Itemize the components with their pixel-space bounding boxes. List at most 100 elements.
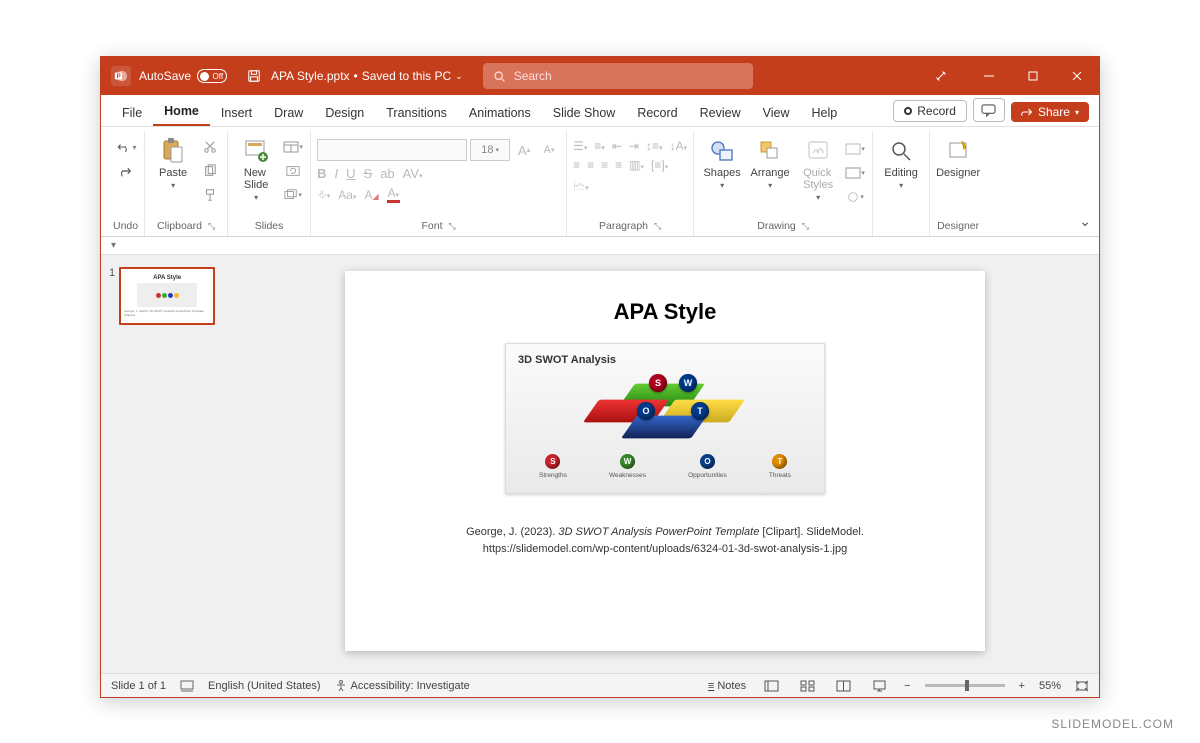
quick-styles-button[interactable]: Quick Styles▾: [796, 133, 840, 202]
dialog-launcher-icon[interactable]: ⤡: [654, 221, 661, 232]
save-icon[interactable]: [247, 69, 261, 83]
new-slide-button[interactable]: New Slide▾: [234, 133, 278, 202]
smartart-button[interactable]: 🗠▾: [573, 177, 589, 198]
minimize-button[interactable]: [967, 57, 1011, 95]
section-button[interactable]: ▾: [282, 185, 304, 205]
reading-view-button[interactable]: [832, 677, 854, 695]
notes-indicator-icon[interactable]: [180, 680, 194, 692]
slide-count[interactable]: Slide 1 of 1: [111, 680, 166, 692]
character-spacing-button[interactable]: AV▾: [403, 166, 423, 181]
group-designer: Designer Designer: [930, 131, 986, 236]
layout-button[interactable]: ▾: [282, 137, 304, 157]
align-left-button[interactable]: ≡: [573, 158, 580, 172]
font-size-select[interactable]: 18▾: [470, 139, 510, 161]
tab-slideshow[interactable]: Slide Show: [542, 100, 627, 126]
change-case-button[interactable]: Aa▾: [338, 188, 356, 202]
indent-increase-button[interactable]: ⇥: [629, 139, 639, 153]
shapes-button[interactable]: Shapes▾: [700, 133, 744, 190]
slide-thumbnail-1[interactable]: APA Style George, J. (2023). 3D SWOT Ana…: [119, 267, 215, 325]
font-color-button[interactable]: A▾: [387, 186, 401, 203]
normal-view-button[interactable]: [760, 677, 782, 695]
shape-fill-button[interactable]: ▾: [844, 139, 866, 159]
arrange-button[interactable]: Arrange▾: [748, 133, 792, 190]
align-center-button[interactable]: ≡: [587, 158, 594, 172]
highlight-button[interactable]: ⎀▾: [317, 187, 330, 202]
dialog-launcher-icon[interactable]: ⤡: [802, 221, 809, 232]
columns-button[interactable]: ▥▾: [629, 158, 644, 172]
zoom-level[interactable]: 55%: [1039, 680, 1061, 692]
font-family-select[interactable]: [317, 139, 467, 161]
copilot-icon[interactable]: [919, 57, 963, 95]
comments-button[interactable]: [973, 98, 1005, 122]
tab-file[interactable]: File: [111, 100, 153, 126]
cut-button[interactable]: [199, 137, 221, 157]
slide-1[interactable]: APA Style 3D SWOT Analysis S W O T SStre…: [345, 271, 985, 651]
toggle-switch[interactable]: Off: [197, 69, 227, 83]
tab-design[interactable]: Design: [314, 100, 375, 126]
shadow-button[interactable]: ab: [380, 166, 394, 181]
search-input[interactable]: Search: [483, 63, 753, 89]
clear-format-button[interactable]: A◢: [364, 188, 378, 202]
tab-animations[interactable]: Animations: [458, 100, 542, 126]
collapse-ribbon-button[interactable]: ⌄: [1079, 213, 1091, 230]
group-drawing: Shapes▾ Arrange▾ Quick Styles▾ ▾ ▾ ▾ Dra…: [694, 131, 873, 236]
designer-button[interactable]: Designer: [936, 133, 980, 179]
shape-outline-button[interactable]: ▾: [844, 163, 866, 183]
maximize-button[interactable]: [1011, 57, 1055, 95]
increase-font-button[interactable]: A▴: [513, 140, 535, 160]
undo-button[interactable]: ▾: [115, 137, 137, 157]
indent-decrease-button[interactable]: ⇤: [612, 139, 622, 153]
autosave-toggle[interactable]: AutoSave Off: [139, 69, 227, 83]
tab-record[interactable]: Record: [626, 100, 688, 126]
slideshow-view-button[interactable]: [868, 677, 890, 695]
zoom-slider[interactable]: [925, 684, 1005, 687]
zoom-in-button[interactable]: +: [1019, 680, 1025, 692]
tab-draw[interactable]: Draw: [263, 100, 314, 126]
document-title[interactable]: APA Style.pptx • Saved to this PC ⌄: [271, 69, 463, 83]
paste-button[interactable]: Paste▾: [151, 133, 195, 190]
tab-help[interactable]: Help: [800, 100, 848, 126]
reset-button[interactable]: [282, 161, 304, 181]
line-spacing-button[interactable]: ↕≡▾: [646, 139, 663, 153]
slide-canvas-area[interactable]: APA Style 3D SWOT Analysis S W O T SStre…: [231, 255, 1099, 673]
copy-button[interactable]: [199, 161, 221, 181]
accessibility-status[interactable]: Accessibility: Investigate: [335, 680, 470, 692]
dialog-launcher-icon[interactable]: ⤡: [208, 221, 215, 232]
language-status[interactable]: English (United States): [208, 680, 321, 692]
close-button[interactable]: [1055, 57, 1099, 95]
underline-button[interactable]: U: [346, 166, 355, 181]
tab-transitions[interactable]: Transitions: [375, 100, 458, 126]
powerpoint-window: P AutoSave Off APA Style.pptx • Saved to…: [100, 56, 1100, 698]
record-button[interactable]: Record: [893, 100, 967, 122]
redo-button[interactable]: [115, 161, 137, 181]
tab-review[interactable]: Review: [689, 100, 752, 126]
italic-button[interactable]: I: [335, 166, 339, 181]
workspace: 1 APA Style George, J. (2023). 3D SWOT A…: [101, 255, 1099, 673]
numbering-button[interactable]: ≡▾: [594, 139, 605, 153]
strikethrough-button[interactable]: S: [364, 166, 373, 181]
group-font: 18▾ A▴ A▾ B I U S ab AV▾ ⎀▾ Aa▾ A◢ A▾: [311, 131, 567, 236]
sorter-view-button[interactable]: [796, 677, 818, 695]
notes-toggle[interactable]: ≡Notes: [708, 680, 746, 692]
zoom-out-button[interactable]: −: [904, 680, 910, 692]
format-painter-button[interactable]: [199, 185, 221, 205]
share-button[interactable]: Share ▾: [1011, 102, 1089, 122]
tab-home[interactable]: Home: [153, 98, 210, 126]
group-label-slides: Slides: [255, 218, 284, 236]
bold-button[interactable]: B: [317, 166, 326, 181]
tab-insert[interactable]: Insert: [210, 100, 263, 126]
bullets-button[interactable]: ☰▾: [573, 139, 587, 153]
shape-effects-button[interactable]: ▾: [844, 187, 866, 207]
group-label-clipboard: Clipboard⤡: [157, 218, 215, 236]
qat-dropdown-icon[interactable]: ▾: [111, 240, 116, 251]
justify-button[interactable]: ≡: [615, 158, 622, 172]
editing-button[interactable]: Editing▾: [879, 133, 923, 190]
fit-to-window-button[interactable]: [1075, 680, 1089, 692]
decrease-font-button[interactable]: A▾: [538, 140, 560, 160]
align-right-button[interactable]: ≡: [601, 158, 608, 172]
accessibility-icon: [335, 680, 347, 692]
tab-view[interactable]: View: [752, 100, 801, 126]
text-direction-button[interactable]: ↓A▾: [670, 139, 688, 153]
align-text-button[interactable]: [≡]▾: [651, 158, 668, 172]
dialog-launcher-icon[interactable]: ⤡: [449, 221, 456, 232]
